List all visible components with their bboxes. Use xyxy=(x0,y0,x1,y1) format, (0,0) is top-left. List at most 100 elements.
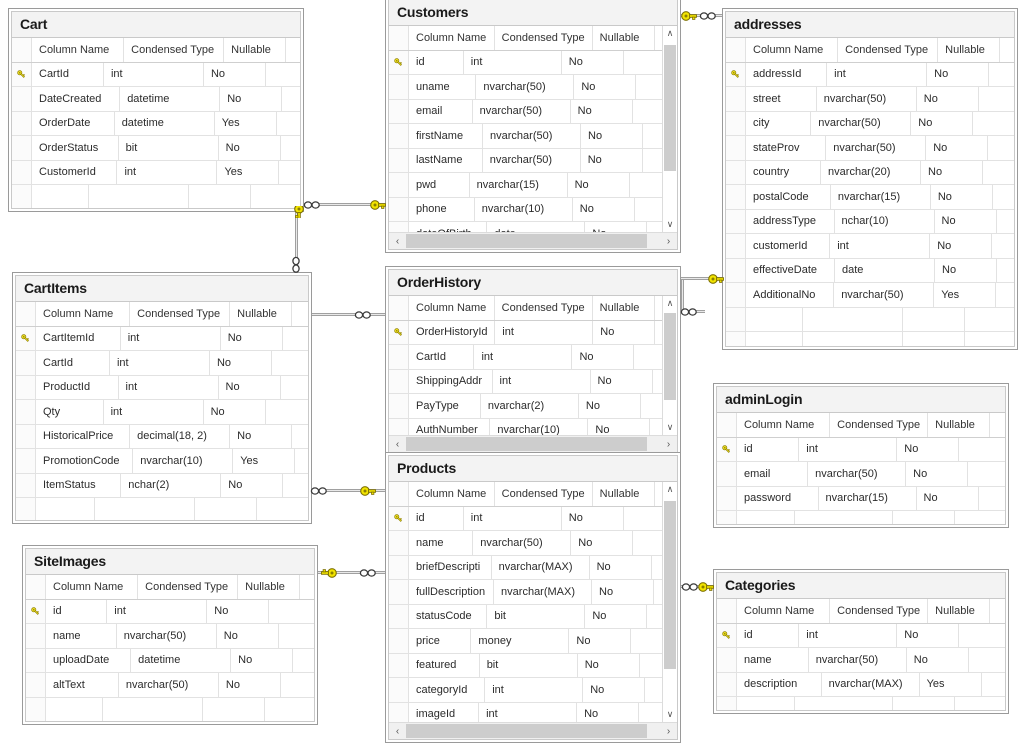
nullable-cell[interactable]: No xyxy=(590,555,652,579)
column-row[interactable]: city nvarchar(50) No xyxy=(726,111,1014,136)
column-name-cell[interactable]: statusCode xyxy=(409,604,488,628)
column-grid[interactable]: Column Name Condensed Type Nullable id int No… xyxy=(389,482,662,727)
column-name-cell[interactable]: email xyxy=(737,462,809,486)
nullable-cell[interactable]: No xyxy=(219,673,281,697)
row-selector[interactable] xyxy=(717,486,737,510)
column-row[interactable]: PromotionCode nvarchar(10) Yes xyxy=(16,449,308,474)
nullable-cell[interactable]: Yes xyxy=(233,449,296,473)
column-row[interactable]: addressId int No xyxy=(726,62,1014,87)
column-name-cell[interactable]: altText xyxy=(46,673,119,697)
condensed-type-cell[interactable]: datetime xyxy=(115,111,215,135)
condensed-type-cell[interactable]: nvarchar(50) xyxy=(473,531,572,555)
condensed-type-cell[interactable]: datetime xyxy=(120,87,221,111)
condensed-type-cell[interactable]: nvarchar(2) xyxy=(481,394,579,418)
row-selector[interactable] xyxy=(389,345,409,369)
vertical-scroll-thumb[interactable] xyxy=(664,44,676,172)
table-card-addresses[interactable]: addresses Column Name Condensed Type Nullab… xyxy=(722,8,1018,350)
column-name-cell[interactable]: country xyxy=(746,160,822,184)
condensed-type-cell[interactable]: int xyxy=(827,62,928,86)
table-card-categories[interactable]: Categories Column Name Condensed Type Nulla… xyxy=(713,569,1009,714)
infinity-icon-orderhistory-side[interactable] xyxy=(680,305,698,323)
column-row[interactable]: postalCode nvarchar(15) No xyxy=(726,185,1014,210)
nullable-cell[interactable]: No xyxy=(593,320,656,344)
nullable-cell[interactable]: No xyxy=(917,486,979,510)
column-grid[interactable]: Column Name Condensed Type Nullable id int No… xyxy=(717,413,1005,524)
empty-row[interactable] xyxy=(726,307,1014,332)
chevron-up-icon[interactable]: ∧ xyxy=(663,296,677,311)
nullable-cell[interactable]: No xyxy=(204,62,266,86)
column-row[interactable]: pwd nvarchar(15) No xyxy=(389,173,662,198)
horizontal-scrollbar[interactable]: ‹ › xyxy=(389,722,677,739)
column-row[interactable]: featured bit No xyxy=(389,653,662,678)
condensed-type-cell[interactable]: int xyxy=(119,375,219,399)
row-selector[interactable] xyxy=(389,604,409,628)
condensed-type-cell[interactable]: nvarchar(20) xyxy=(821,160,922,184)
condensed-type-cell[interactable] xyxy=(795,697,893,710)
row-selector[interactable] xyxy=(12,160,32,184)
column-row[interactable]: password nvarchar(15) No xyxy=(717,486,1005,511)
condensed-type-cell[interactable]: nvarchar(50) xyxy=(826,136,927,160)
row-selector[interactable] xyxy=(16,498,36,520)
vertical-scrollbar[interactable]: ∧ ∨ xyxy=(662,296,677,435)
nullable-cell[interactable]: No xyxy=(571,99,633,123)
column-row[interactable]: stateProv nvarchar(50) No xyxy=(726,136,1014,161)
condensed-type-cell[interactable]: nvarchar(MAX) xyxy=(822,672,920,696)
row-selector[interactable] xyxy=(726,258,746,282)
column-row[interactable]: id int No xyxy=(717,623,1005,648)
condensed-type-cell[interactable]: int xyxy=(485,678,584,702)
column-name-cell[interactable]: city xyxy=(746,111,812,135)
empty-row[interactable] xyxy=(26,697,314,721)
condensed-type-cell[interactable]: nvarchar(10) xyxy=(475,197,573,221)
row-selector[interactable] xyxy=(717,511,737,524)
row-selector[interactable] xyxy=(726,87,746,111)
empty-row[interactable] xyxy=(16,498,308,520)
condensed-type-cell[interactable]: nvarchar(15) xyxy=(831,185,931,209)
horizontal-scroll-track[interactable] xyxy=(406,436,660,452)
column-row[interactable]: lastName nvarchar(50) No xyxy=(389,148,662,173)
column-row[interactable]: price money No xyxy=(389,629,662,654)
nullable-cell[interactable]: No xyxy=(210,351,272,375)
row-selector[interactable] xyxy=(726,209,746,233)
key-relation-icon-products-side[interactable] xyxy=(359,484,377,502)
column-name-cell[interactable] xyxy=(36,498,95,520)
row-selector[interactable] xyxy=(26,673,46,697)
column-name-cell[interactable]: name xyxy=(46,624,117,648)
nullable-cell[interactable]: No xyxy=(207,599,270,623)
row-selector[interactable] xyxy=(16,424,36,448)
condensed-type-cell[interactable]: nchar(10) xyxy=(835,209,935,233)
chevron-right-icon[interactable]: › xyxy=(660,436,677,452)
condensed-type-cell[interactable]: nvarchar(MAX) xyxy=(492,555,590,579)
infinity-icon-cartitems-side[interactable] xyxy=(290,256,302,279)
row-selector[interactable] xyxy=(726,307,746,331)
column-name-cell[interactable] xyxy=(737,511,795,524)
column-row[interactable]: id int No xyxy=(717,437,1005,462)
condensed-type-cell[interactable]: nvarchar(50) xyxy=(473,99,571,123)
condensed-type-cell[interactable]: int xyxy=(799,623,898,647)
column-row[interactable]: email nvarchar(50) No xyxy=(717,462,1005,487)
condensed-type-cell[interactable] xyxy=(803,307,903,331)
column-name-cell[interactable]: CartId xyxy=(409,345,475,369)
column-row[interactable]: ItemStatus nchar(2) No xyxy=(16,473,308,498)
column-row[interactable]: ShippingAddr int No xyxy=(389,369,662,394)
column-name-cell[interactable]: lastName xyxy=(409,148,483,172)
column-name-cell[interactable]: briefDescripti xyxy=(409,555,492,579)
nullable-cell[interactable]: No xyxy=(562,506,624,530)
infinity-icon-products-side[interactable] xyxy=(359,566,377,584)
condensed-type-cell[interactable]: decimal(18, 2) xyxy=(130,424,231,448)
column-row[interactable]: OrderDate datetime Yes xyxy=(12,111,300,136)
condensed-type-cell[interactable]: int xyxy=(799,437,898,461)
nullable-cell[interactable] xyxy=(893,697,955,710)
row-selector[interactable] xyxy=(16,351,36,375)
vertical-scrollbar[interactable]: ∧ ∨ xyxy=(662,482,677,722)
column-name-cell[interactable]: CartId xyxy=(36,351,110,375)
chevron-left-icon[interactable]: ‹ xyxy=(389,233,406,249)
column-row[interactable]: altText nvarchar(50) No xyxy=(26,673,314,698)
condensed-type-cell[interactable]: int xyxy=(493,369,591,393)
column-name-cell[interactable]: price xyxy=(409,629,472,653)
condensed-type-cell[interactable]: nvarchar(15) xyxy=(819,486,917,510)
chevron-up-icon[interactable]: ∧ xyxy=(663,26,677,41)
key-relation-icon-categories-side[interactable] xyxy=(697,580,715,598)
row-selector[interactable] xyxy=(389,75,409,99)
row-selector[interactable] xyxy=(389,124,409,148)
column-name-cell[interactable]: email xyxy=(409,99,473,123)
